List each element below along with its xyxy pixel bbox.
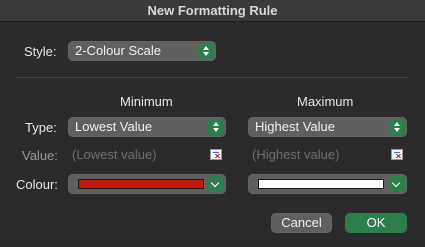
minimum-colour-well[interactable] — [68, 174, 226, 194]
minimum-header: Minimum — [120, 94, 173, 109]
cell-reference-icon[interactable] — [210, 149, 222, 160]
cancel-button[interactable]: Cancel — [271, 213, 332, 233]
maximum-value-field[interactable]: (Highest value) — [248, 145, 407, 165]
chevron-down-icon — [208, 176, 224, 192]
value-label: Value: — [22, 148, 58, 163]
chevron-down-icon — [389, 176, 405, 192]
divider — [16, 77, 408, 78]
maximum-value-placeholder: (Highest value) — [252, 147, 340, 162]
maximum-type-value: Highest Value — [255, 119, 335, 134]
cell-reference-icon[interactable] — [391, 149, 403, 160]
maximum-colour-swatch — [258, 179, 384, 189]
maximum-type-popup[interactable]: Highest Value — [248, 117, 407, 137]
window-title: New Formatting Rule — [0, 0, 425, 22]
ok-button[interactable]: OK — [345, 213, 407, 233]
minimum-type-value: Lowest Value — [75, 119, 153, 134]
style-stepper-icon — [198, 43, 214, 59]
maximum-type-stepper-icon — [389, 119, 405, 135]
minimum-type-popup[interactable]: Lowest Value — [68, 117, 226, 137]
minimum-value-placeholder: (Lowest value) — [72, 147, 157, 162]
style-popup[interactable]: 2-Colour Scale — [68, 41, 216, 61]
maximum-colour-well[interactable] — [248, 174, 407, 194]
maximum-header: Maximum — [297, 94, 354, 109]
colour-label: Colour: — [16, 177, 58, 192]
style-label: Style: — [24, 44, 57, 59]
type-label: Type: — [25, 120, 57, 135]
minimum-type-stepper-icon — [208, 119, 224, 135]
minimum-colour-swatch — [78, 179, 204, 189]
style-value: 2-Colour Scale — [75, 43, 161, 58]
minimum-value-field[interactable]: (Lowest value) — [68, 145, 226, 165]
